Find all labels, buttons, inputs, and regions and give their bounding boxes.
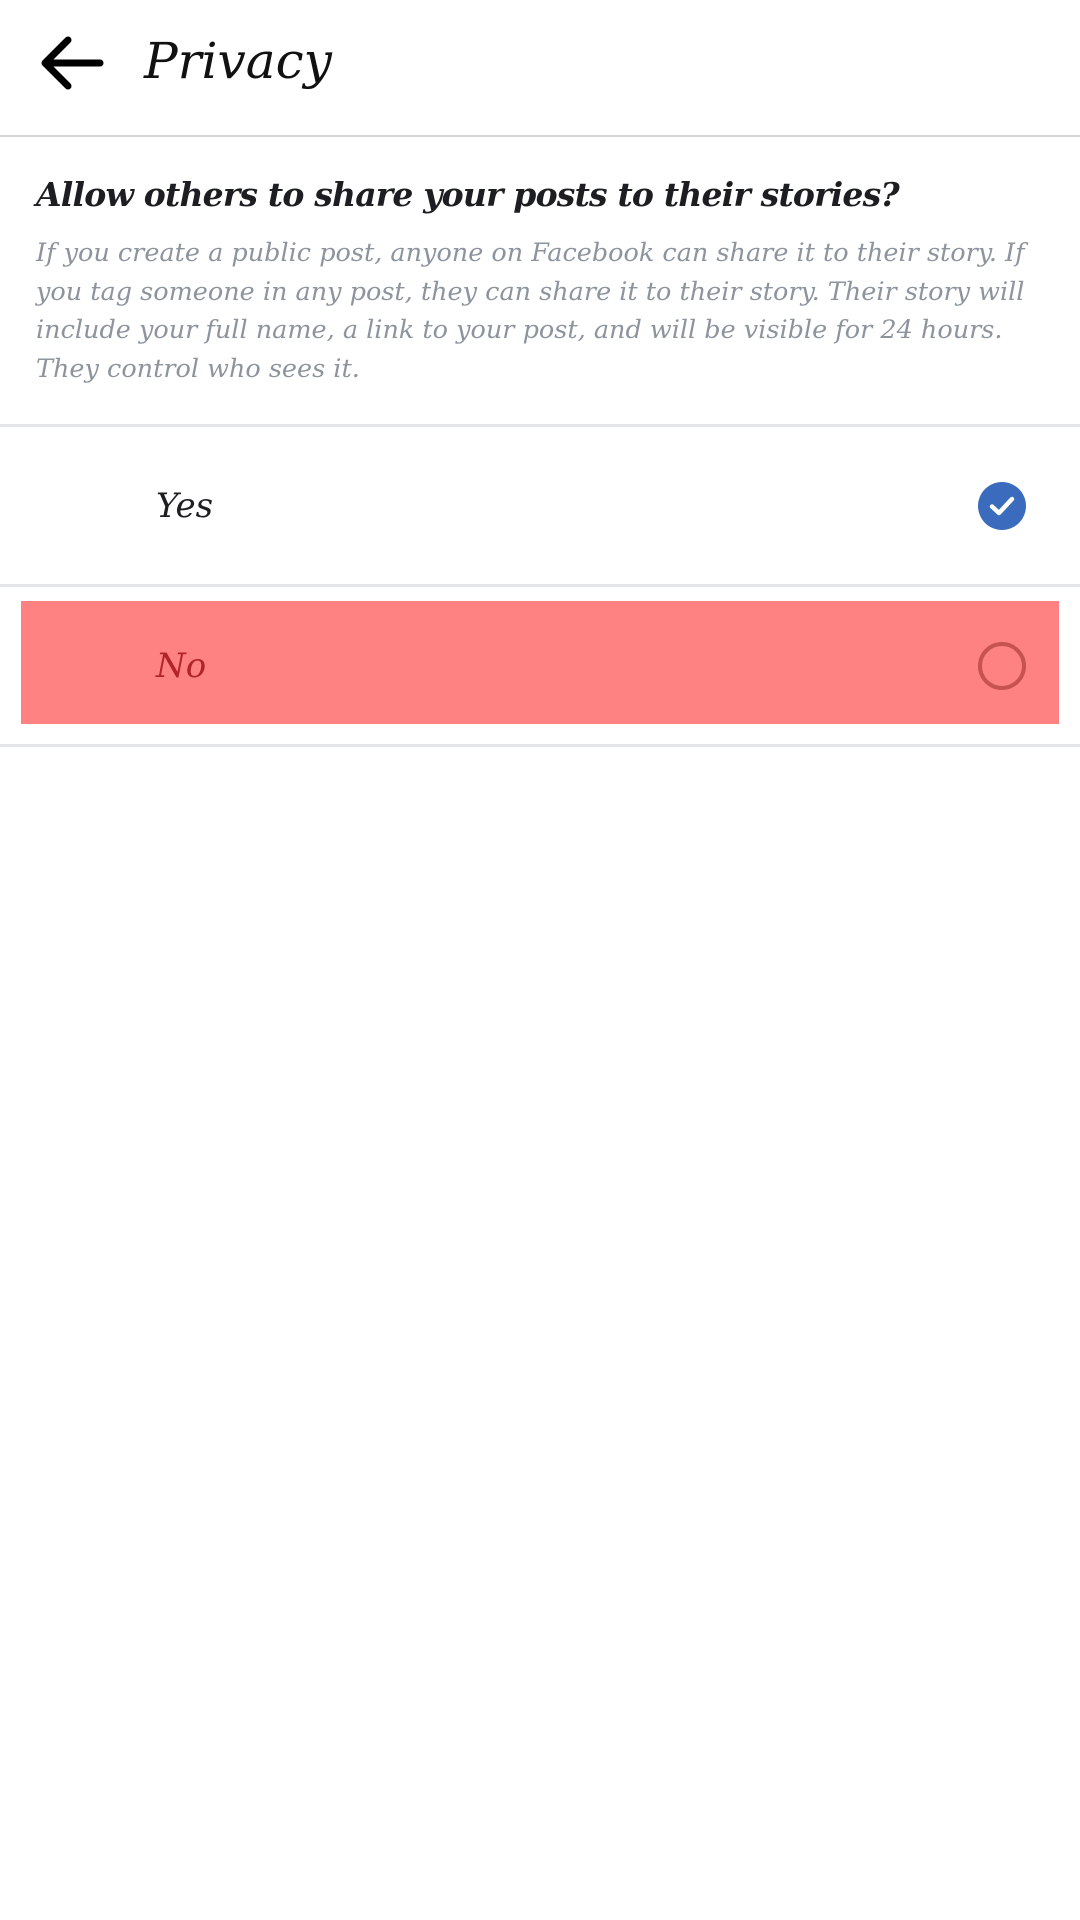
checkmark-icon xyxy=(989,496,1015,515)
question-title: Allow others to share your posts to thei… xyxy=(36,175,900,214)
page-title: Privacy xyxy=(144,32,332,90)
option-yes-label: Yes xyxy=(156,485,214,526)
checkmark-circle-icon[interactable] xyxy=(978,481,1026,530)
app-bar: Privacy xyxy=(0,0,1080,137)
option-no-label: No xyxy=(156,645,207,686)
option-no-row[interactable]: No xyxy=(0,587,1080,747)
back-button[interactable] xyxy=(30,22,112,104)
arrow-left-icon xyxy=(41,36,104,90)
option-yes-row[interactable]: Yes xyxy=(0,427,1080,587)
question-section: Allow others to share your posts to thei… xyxy=(0,137,1080,427)
radio-empty-icon[interactable] xyxy=(978,641,1026,690)
question-description: If you create a public post, anyone on F… xyxy=(36,238,1025,384)
